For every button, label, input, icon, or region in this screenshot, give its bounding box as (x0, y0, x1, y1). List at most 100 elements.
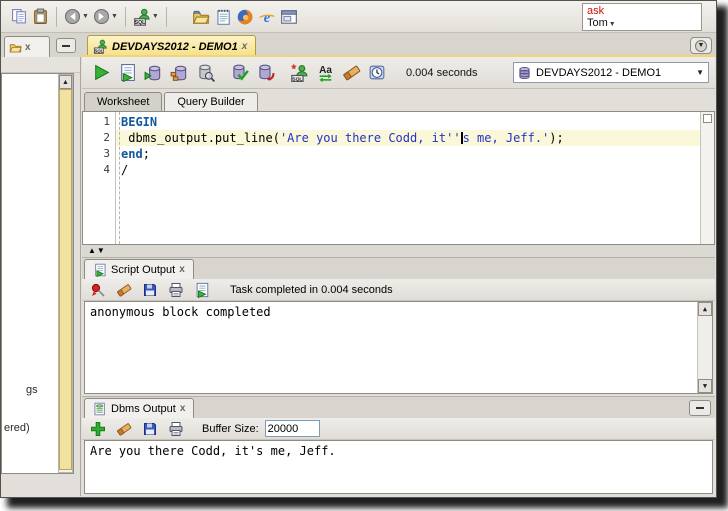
forward-button[interactable]: ▼ (91, 5, 120, 29)
sql-tuning-advisor-icon (196, 63, 215, 82)
indent-guide (119, 112, 120, 244)
svg-text:SQL: SQL (135, 19, 146, 25)
scroll-up-icon[interactable]: ▲ (698, 302, 712, 316)
tab-overflow-button[interactable]: ▼ (690, 37, 712, 54)
tab-worksheet[interactable]: Worksheet (84, 92, 163, 111)
search-dropdown-caret[interactable]: ▼ (609, 21, 616, 28)
clear-button[interactable] (340, 61, 363, 85)
print-button[interactable] (166, 278, 186, 302)
dbms-output-tab-icon (93, 402, 107, 416)
copy-button[interactable] (9, 5, 30, 29)
dbms-output-minimize-button[interactable] (689, 400, 711, 416)
add-output-connection-button[interactable] (88, 417, 108, 441)
forward-dropdown-caret[interactable]: ▼ (111, 13, 118, 20)
run-statement-button[interactable] (90, 61, 113, 85)
print-dbms-output-button[interactable] (166, 417, 186, 441)
paste-button[interactable] (30, 5, 51, 29)
save-icon (142, 421, 158, 437)
commit-button[interactable] (228, 61, 251, 85)
editor-code-lines: BEGIN dbms_output.put_line('Are you ther… (116, 114, 700, 178)
code-line[interactable]: BEGIN (116, 114, 700, 130)
dbms-output-tab-label: Dbms Output (111, 402, 176, 415)
task-status-text: Task completed in 0.004 seconds (230, 283, 393, 296)
connection-selector[interactable]: DEVDAYS2012 - DEMO1 ▼ (513, 62, 709, 83)
document-tab-close-icon[interactable]: x (242, 41, 248, 52)
ask-tom-search-box[interactable]: ask Tom▼ (582, 3, 702, 31)
line-number: 2 (103, 131, 110, 144)
code-line[interactable]: / (116, 162, 700, 178)
save-dbms-output-button[interactable] (140, 417, 160, 441)
worksheet-document-tab[interactable]: SQL DEVDAYS2012 - DEMO1 x (87, 35, 257, 57)
navigator-scroll-thumb[interactable] (59, 89, 72, 470)
run-script-button[interactable] (116, 61, 139, 85)
code-segment-plain: ; (142, 147, 150, 161)
case-toggle-button[interactable]: Aa (314, 61, 337, 85)
firefox-button[interactable] (234, 5, 256, 29)
minimize-icon (696, 407, 704, 409)
line-number: 3 (103, 147, 110, 160)
sql-history-button[interactable] (366, 61, 389, 85)
code-segment-string: 'Are you there Codd, it'' (279, 131, 461, 145)
code-line[interactable]: dbms_output.put_line('Are you there Codd… (116, 130, 700, 146)
save-button[interactable] (140, 278, 160, 302)
splitter-up-icon[interactable]: ▲ (88, 247, 96, 255)
copy-icon (11, 8, 28, 25)
sql-tuning-advisor-button[interactable] (194, 61, 217, 85)
open-sql-worksheet-button[interactable]: SQL ▼ (131, 5, 161, 29)
code-line[interactable]: end; (116, 146, 700, 162)
dbms-output-tab-row: Dbms Output x (82, 396, 715, 418)
tab-dbms-output[interactable]: Dbms Output x (84, 398, 195, 418)
worksheet-toolbar: SQL Aa 0.004 seconds DEVDAYS2012 - DEMO1… (82, 57, 715, 89)
run-script-output-button[interactable] (192, 278, 212, 302)
sql-history-icon (368, 63, 387, 82)
code-segment-keyword: end (121, 147, 143, 161)
script-output-close-icon[interactable]: x (179, 264, 185, 275)
add-output-icon (90, 421, 106, 437)
navigator-scrollbar[interactable]: ▲ (58, 74, 73, 473)
dbms-output-close-icon[interactable]: x (180, 403, 186, 414)
elapsed-time-text: 0.004 seconds (406, 66, 478, 79)
tab-script-output[interactable]: Script Output x (84, 259, 194, 279)
buffer-size-input[interactable] (264, 420, 320, 437)
notepad-button[interactable] (212, 5, 234, 29)
clear-dbms-output-button[interactable] (114, 417, 134, 441)
form-window-button[interactable] (278, 5, 300, 29)
splitter-down-icon[interactable]: ▼ (97, 247, 105, 255)
autotrace-button[interactable] (142, 61, 165, 85)
scroll-down-icon[interactable]: ▼ (698, 379, 712, 393)
connection-label: DEVDAYS2012 - DEMO1 (536, 66, 662, 79)
dbms-output-toolbar: Buffer Size: (82, 418, 715, 440)
script-output-area[interactable]: anonymous block completed ▲ ▼ (84, 301, 713, 394)
worksheet-dropdown-caret[interactable]: ▼ (152, 13, 159, 20)
tab-worksheet-label: Worksheet (97, 96, 150, 108)
internet-explorer-button[interactable]: e (256, 5, 278, 29)
rollback-button[interactable] (254, 61, 277, 85)
panel-minimize-button[interactable] (56, 38, 76, 53)
unshared-worksheet-button[interactable]: SQL (288, 61, 311, 85)
internet-explorer-icon: e (258, 8, 276, 26)
connection-dropdown-caret[interactable]: ▼ (696, 68, 704, 77)
worksheet-area: SQL Aa 0.004 seconds DEVDAYS2012 - DEMO1… (82, 57, 715, 496)
clear-output-button[interactable] (114, 278, 134, 302)
buffer-size-label: Buffer Size: (202, 422, 259, 435)
back-button[interactable]: ▼ (62, 5, 91, 29)
explain-plan-button[interactable] (168, 61, 191, 85)
connections-panel-tab[interactable]: x (4, 36, 50, 57)
svg-text:SQL: SQL (292, 76, 302, 82)
annotation-status-box[interactable] (703, 114, 712, 123)
tab-query-builder[interactable]: Query Builder (164, 92, 258, 111)
sql-developer-window: ▼ ▼ SQL ▼ e ask Tom▼ x SQL DEVDAYS2012 -… (0, 0, 717, 498)
pin-button[interactable] (88, 278, 108, 302)
back-dropdown-caret[interactable]: ▼ (82, 13, 89, 20)
svg-text:SQL: SQL (94, 48, 103, 53)
horizontal-splitter[interactable]: ▲ ▼ (82, 245, 715, 257)
editor-code-area[interactable]: BEGIN dbms_output.put_line('Are you ther… (116, 112, 700, 244)
code-segment-plain: dbms_output.put_line( (121, 131, 280, 145)
script-output-scrollbar[interactable]: ▲ ▼ (697, 302, 712, 393)
chevron-down-icon: ▼ (695, 39, 707, 52)
scroll-up-icon[interactable]: ▲ (59, 75, 72, 89)
explain-plan-icon (170, 63, 189, 82)
dbms-output-area[interactable]: Are you there Codd, it's me, Jeff. (84, 440, 713, 494)
connections-tab-close-icon[interactable]: x (25, 42, 31, 53)
open-folder-button[interactable] (190, 5, 212, 29)
